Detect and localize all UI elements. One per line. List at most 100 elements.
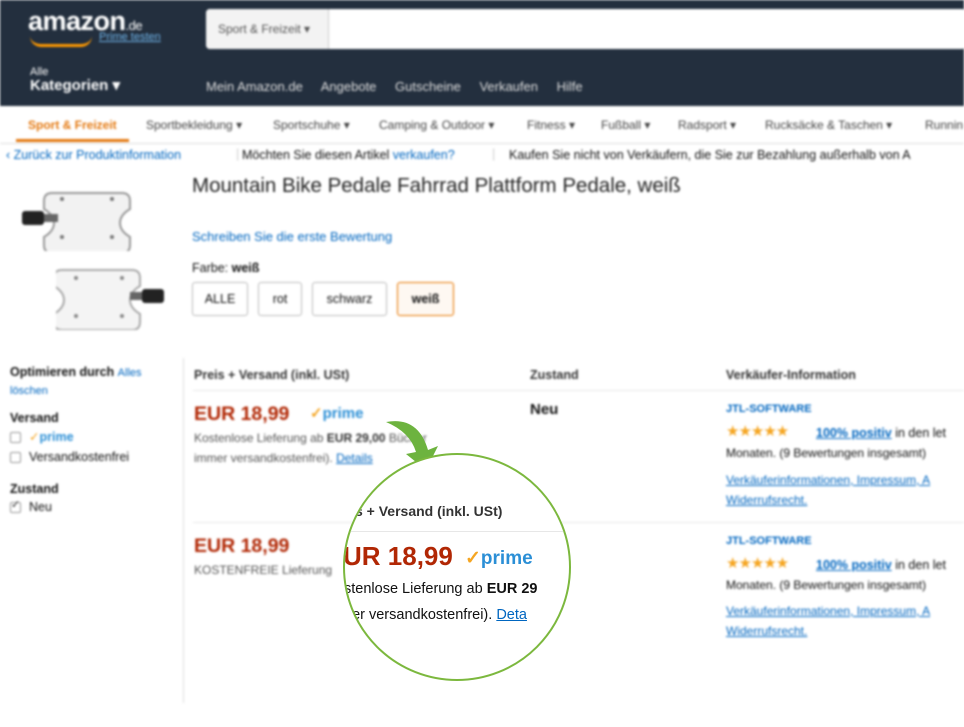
- subnav-label: Sportschuhe: [273, 118, 341, 132]
- prime-check-icon: ✓: [465, 548, 481, 569]
- seller-info-link[interactable]: Verkäuferinformationen, Impressum, A: [726, 601, 930, 621]
- chip-alle[interactable]: ALLE: [192, 282, 248, 316]
- rating-stars-icon: ★★★★★: [726, 423, 789, 440]
- clear-all-link-2[interactable]: löschen: [10, 385, 180, 397]
- prime-badge: ✓prime: [310, 404, 363, 422]
- divider: |: [492, 147, 496, 161]
- rating-count: Monaten. (9 Bewertungen insgesamt): [726, 578, 927, 592]
- nav-my-amazon[interactable]: Mein Amazon.de: [206, 79, 303, 94]
- active-tab-underline: [16, 139, 129, 142]
- seller-rating: 100% positiv in den let: [816, 558, 946, 572]
- chip-weiss[interactable]: weiß: [397, 282, 454, 316]
- logo-smile-icon: [30, 36, 92, 47]
- filter-free-shipping[interactable]: Versandkostenfrei: [10, 450, 180, 464]
- seller-name-link[interactable]: JTL-SOFTWARE: [726, 535, 812, 547]
- nav-sell[interactable]: Verkaufen: [479, 79, 538, 94]
- nav-links: Mein Amazon.de Angebote Gutscheine Verka…: [206, 79, 598, 94]
- zoom-shipping-threshold: EUR 29: [486, 581, 538, 597]
- zoom-shipping: stenlose Lieferung ab EUR 29 ner versand…: [344, 576, 538, 628]
- search-category-dropdown[interactable]: Sport & Freizeit ▾: [206, 9, 329, 49]
- sidebar-divider: [183, 358, 184, 703]
- subnav-fussball[interactable]: Fußball ▾: [601, 118, 650, 132]
- shipping-info: KOSTENFREIE Lieferung: [194, 563, 333, 577]
- subnav-label: Sportbekleidung: [146, 118, 233, 132]
- withdrawal-link[interactable]: Widerrufsrecht.: [726, 490, 807, 510]
- seller-name-link[interactable]: JTL-SOFTWARE: [726, 403, 812, 415]
- divider: |: [236, 147, 240, 161]
- nav-coupons[interactable]: Gutscheine: [395, 79, 461, 94]
- search-category-label: Sport & Freizeit: [218, 22, 301, 36]
- sell-question: Möchten Sie diesen Artikel verkaufen?: [242, 148, 455, 162]
- zoom-details-link[interactable]: Deta: [496, 607, 527, 623]
- chip-rot[interactable]: rot: [258, 282, 302, 316]
- product-title[interactable]: Mountain Bike Pedale Fahrrad Plattform P…: [192, 174, 681, 198]
- clear-all-link[interactable]: Alles: [118, 367, 142, 379]
- chip-schwarz[interactable]: schwarz: [312, 282, 387, 316]
- shipping-details-link[interactable]: Details: [336, 451, 373, 465]
- offer-price: EUR 18,99: [194, 535, 290, 557]
- nav-help[interactable]: Hilfe: [557, 79, 583, 94]
- subnav-sportschuhe[interactable]: Sportschuhe ▾: [273, 118, 350, 132]
- prime-trial-link[interactable]: Prime testen: [99, 31, 161, 43]
- rating-count: Monaten. (9 Bewertungen insgesamt): [726, 446, 927, 460]
- color-label-text: Farbe:: [192, 261, 229, 275]
- subnav-running[interactable]: Runnin: [925, 118, 963, 132]
- positive-rating-link[interactable]: 100% positiv: [816, 558, 892, 572]
- all-categories-label: Kategorien: [30, 77, 109, 94]
- offer-price: EUR 18,99: [194, 403, 290, 425]
- free-shipping-checkbox[interactable]: [10, 452, 21, 464]
- color-value: weiß: [231, 261, 260, 275]
- color-label: Farbe: weiß: [192, 261, 259, 275]
- back-to-product-link[interactable]: ‹ Zurück zur Produktinformation: [6, 148, 181, 162]
- neu-checkbox[interactable]: [10, 498, 21, 514]
- condition-value: Neu: [530, 401, 559, 418]
- filter-sidebar: Optimieren durch Alles löschen Versand ✓…: [10, 365, 180, 514]
- col-seller-header: Verkäufer-Information: [726, 368, 856, 382]
- sell-question-text: Möchten Sie diesen Artikel: [242, 148, 390, 162]
- prime-check-icon: ✓: [29, 430, 40, 444]
- page: amazon.de Prime testen Sport & Freizeit …: [0, 0, 964, 727]
- caret-down-icon: ▾: [304, 22, 311, 36]
- subnav-rucksaecke[interactable]: Rucksäcke & Taschen ▾: [765, 118, 892, 132]
- filter-prime[interactable]: ✓prime: [10, 429, 180, 444]
- zoom-header: s + Versand (inkl. USt): [355, 503, 503, 519]
- prime-badge-label: prime: [322, 405, 364, 422]
- prime-checkbox[interactable]: [10, 432, 21, 444]
- rating-period: in den let: [895, 558, 946, 572]
- header-divider: [193, 390, 964, 391]
- rating-period: in den let: [895, 426, 946, 440]
- prime-check-icon: ✓: [310, 405, 323, 422]
- pedal-image-top: [22, 192, 131, 251]
- top-header: amazon.de Prime testen Sport & Freizeit …: [0, 0, 964, 66]
- sell-link[interactable]: verkaufen?: [393, 148, 455, 162]
- seller-info-link[interactable]: Verkäuferinformationen, Impressum, A: [726, 470, 930, 490]
- zoom-price: UR 18,99: [343, 541, 453, 571]
- payment-warning: Kaufen Sie nicht von Verkäufern, die Sie…: [509, 148, 911, 162]
- filter-neu[interactable]: Neu: [10, 498, 180, 514]
- subnav-sport-freizeit[interactable]: Sport & Freizeit: [28, 118, 117, 132]
- neu-label: Neu: [29, 500, 52, 514]
- zoom-divider: [345, 531, 569, 532]
- nav-deals[interactable]: Angebote: [321, 79, 377, 94]
- shipping-threshold: EUR 29,00: [326, 431, 386, 445]
- seller-rating: 100% positiv in den let: [816, 426, 946, 440]
- all-categories-button[interactable]: Alle Kategorien ▾: [30, 66, 120, 94]
- subnav-sportbekleidung[interactable]: Sportbekleidung ▾: [146, 118, 242, 132]
- positive-rating-link[interactable]: 100% positiv: [816, 426, 892, 440]
- subnav-radsport[interactable]: Radsport ▾: [678, 118, 736, 132]
- subnav-label: Rucksäcke & Taschen: [765, 118, 883, 132]
- zoom-magnifier: s + Versand (inkl. USt) UR 18,99 ✓prime …: [343, 453, 571, 681]
- subnav-fitness[interactable]: Fitness ▾: [527, 118, 575, 132]
- row-divider: [193, 522, 964, 523]
- nav-bar: Alle Kategorien ▾ Mein Amazon.de Angebot…: [0, 66, 964, 106]
- subnav-label: Camping & Outdoor: [379, 118, 486, 132]
- caret-down-icon: ▾: [112, 77, 121, 94]
- write-review-link[interactable]: Schreiben Sie die erste Bewertung: [192, 229, 392, 244]
- free-shipping-label: Versandkostenfrei: [29, 450, 130, 464]
- subnav-camping[interactable]: Camping & Outdoor ▾: [379, 118, 494, 132]
- shipping-text: Kostenlose Lieferung ab: [194, 431, 324, 445]
- search-bar[interactable]: Sport & Freizeit ▾: [206, 9, 964, 49]
- zoom-shipping-text-2: ner versandkostenfrei).: [344, 607, 493, 623]
- withdrawal-link[interactable]: Widerrufsrecht.: [726, 621, 807, 641]
- subnav-label: Fußball: [601, 118, 642, 132]
